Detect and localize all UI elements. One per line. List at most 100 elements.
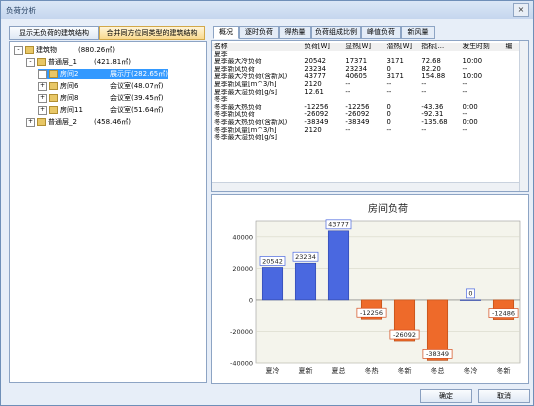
column-header[interactable]: 显热[W] (343, 43, 385, 51)
tree-item[interactable]: + 房间2 展示厅(282.65㎡) (38, 69, 168, 79)
tree-item[interactable]: + 普通层_2 (458.46㎡) (26, 117, 131, 127)
table-cell (504, 89, 520, 97)
table-cell: -12256 (345, 103, 370, 111)
table-cell (419, 96, 460, 104)
column-header[interactable]: 潜热[W] (384, 43, 420, 51)
data-label: 0 (468, 290, 472, 298)
table-cell: 3171 (386, 58, 404, 66)
tree-item[interactable]: + 房间8 会议室(39.45㎡) (38, 93, 164, 103)
tab-5[interactable]: 新风量 (401, 26, 435, 39)
table-cell: -- (421, 88, 427, 96)
y-tick-label: 40000 (232, 233, 253, 241)
table-cell: 72.68 (421, 58, 441, 66)
close-button[interactable]: × (513, 3, 529, 17)
x-tick-label: 夏新 (299, 366, 313, 375)
tab-3[interactable]: 负荷组成比例 (311, 26, 361, 39)
table-row[interactable]: 夏季最大湿负荷[g/s] 12.61 -- -- -- -- (212, 89, 520, 97)
table-cell (504, 73, 520, 81)
bar (327, 230, 350, 301)
summary-table-pane: 名称 负荷[W] 显热[W] 潜热[W] 指标[... 发生时刻编夏季 夏季最大冷负荷 205… (211, 40, 529, 192)
table-row[interactable]: 夏季新风负荷 23234 23234 0 82.20 -- (212, 66, 520, 74)
tab-1[interactable]: 逐时负荷 (239, 26, 279, 39)
x-tick-label: 冬热 (365, 366, 379, 375)
tree-item-value: 会议室(51.64㎡) (110, 106, 164, 114)
table-row[interactable]: 冬季最大热负荷 -12256 -12256 0 -43.36 0:00 (212, 104, 520, 112)
table-row[interactable]: 夏季最大冷负荷(含新风) 43777 40605 3171 154.88 10:00 (212, 73, 520, 81)
tree-item-label: 房间6 (60, 82, 79, 90)
vertical-scrollbar[interactable] (519, 41, 528, 191)
x-tick-label: 冬总 (431, 366, 445, 375)
tab-4[interactable]: 峰值负荷 (361, 26, 401, 39)
table-cell: -- (345, 88, 351, 96)
table-cell: -- (462, 65, 468, 73)
table-cell (504, 58, 520, 66)
table-cell: 0:00 (462, 118, 478, 126)
table-row[interactable]: 冬季新风负荷 -26092 -26092 0 -92.31 -- (212, 111, 520, 119)
table-cell: 冬季最大湿负荷[g/s] (214, 134, 278, 142)
data-label: 23234 (295, 253, 316, 261)
table-row[interactable]: 冬季最大热负荷(含新风) -38349 -38349 0 -135.68 0:00 (212, 119, 520, 127)
table-row[interactable]: 冬季新风量[m^3/h] 2120 -- -- -- -- (212, 127, 520, 135)
tree-item[interactable]: - 建筑物 (880.26㎡) (14, 45, 115, 55)
column-header[interactable]: 指标[... (419, 43, 461, 51)
show-no-load-button[interactable]: 显示无负荷的建筑结构 (9, 26, 99, 40)
tree-item[interactable]: + 房间6 会议室(48.07㎡) (38, 81, 164, 91)
cancel-button[interactable]: 取消 (478, 389, 530, 403)
table-cell: 12.61 (304, 88, 324, 96)
table-cell: 17371 (345, 58, 368, 66)
data-label: 20542 (262, 257, 283, 265)
column-header[interactable]: 负荷[W] (302, 43, 344, 51)
table-cell: 冬季新风负荷 (214, 111, 255, 119)
room-load-chart: 房间负荷 40000 20000 0 -20000 -40000 20542 夏冷 23234 夏… (230, 202, 521, 375)
tree-item-value: 展示厅(282.65㎡) (110, 70, 168, 78)
tree-item-label: 普通层_1 (48, 58, 77, 66)
table-row[interactable]: 夏季新风量[m^3/h] 2120 -- -- -- -- (212, 81, 520, 89)
table-cell: 冬季最大热负荷 (214, 103, 262, 111)
table-cell: -- (462, 126, 468, 134)
table-cell: 冬季 (214, 96, 228, 104)
table-cell: 2120 (304, 126, 322, 134)
column-header[interactable]: 名称 (212, 43, 303, 51)
title-bar: 负荷分析 × (1, 1, 533, 19)
table-cell: -26092 (345, 111, 370, 119)
expand-icon[interactable]: + (38, 105, 47, 115)
tab-2[interactable]: 得热量 (279, 26, 311, 39)
data-label: -12486 (492, 309, 515, 317)
table-cell (419, 134, 460, 142)
table-cell: -- (421, 80, 427, 88)
table-cell (384, 96, 419, 104)
collapse-icon[interactable]: - (14, 45, 23, 55)
expand-icon[interactable]: + (38, 93, 47, 103)
table-cell: 0 (386, 103, 391, 111)
tab-bar: 概况 逐时负荷 得热量 负荷组成比例 峰值负荷 新风量 (213, 26, 529, 39)
table-row[interactable]: 夏季最大冷负荷 20542 17371 3171 72.68 10:00 (212, 58, 520, 66)
tree-item[interactable]: + 房间11 会议室(51.64㎡) (38, 105, 164, 115)
chart-pane: 房间负荷 40000 20000 0 -20000 -40000 20542 夏冷 23234 夏… (211, 194, 529, 384)
horizontal-scrollbar[interactable] (212, 182, 520, 191)
table-row[interactable]: 夏季 (212, 51, 520, 59)
column-header[interactable]: 编 (503, 43, 520, 51)
folder-icon (49, 94, 58, 102)
tab-0[interactable]: 概况 (213, 26, 239, 39)
table-row[interactable]: 冬季最大湿负荷[g/s] (212, 134, 520, 142)
tree-item[interactable]: - 普通层_1 (421.81㎡) (26, 57, 131, 67)
collapse-icon[interactable]: - (26, 57, 35, 67)
y-tick-label: 20000 (232, 265, 253, 273)
tree-item-label: 建筑物 (36, 46, 57, 54)
tree-item-value: (880.26㎡) (78, 46, 115, 54)
ok-button[interactable]: 确定 (420, 389, 472, 403)
merge-structures-button[interactable]: 合并同方位同类型的建筑结构 (99, 26, 205, 40)
expand-icon[interactable]: + (38, 81, 47, 91)
table-cell: 夏季 (214, 50, 228, 58)
table-row[interactable]: 冬季 (212, 96, 520, 104)
expand-icon[interactable]: + (38, 69, 47, 79)
table-cell (504, 51, 520, 59)
table-cell (384, 51, 419, 59)
table-cell: -- (386, 126, 392, 134)
expand-icon[interactable]: + (26, 117, 35, 127)
tree-item-label: 房间11 (60, 106, 83, 114)
column-header[interactable]: 发生时刻 (460, 43, 504, 51)
window-title: 负荷分析 (6, 6, 36, 15)
y-tick-label: 0 (249, 296, 253, 304)
table-cell: 10:00 (462, 58, 483, 66)
